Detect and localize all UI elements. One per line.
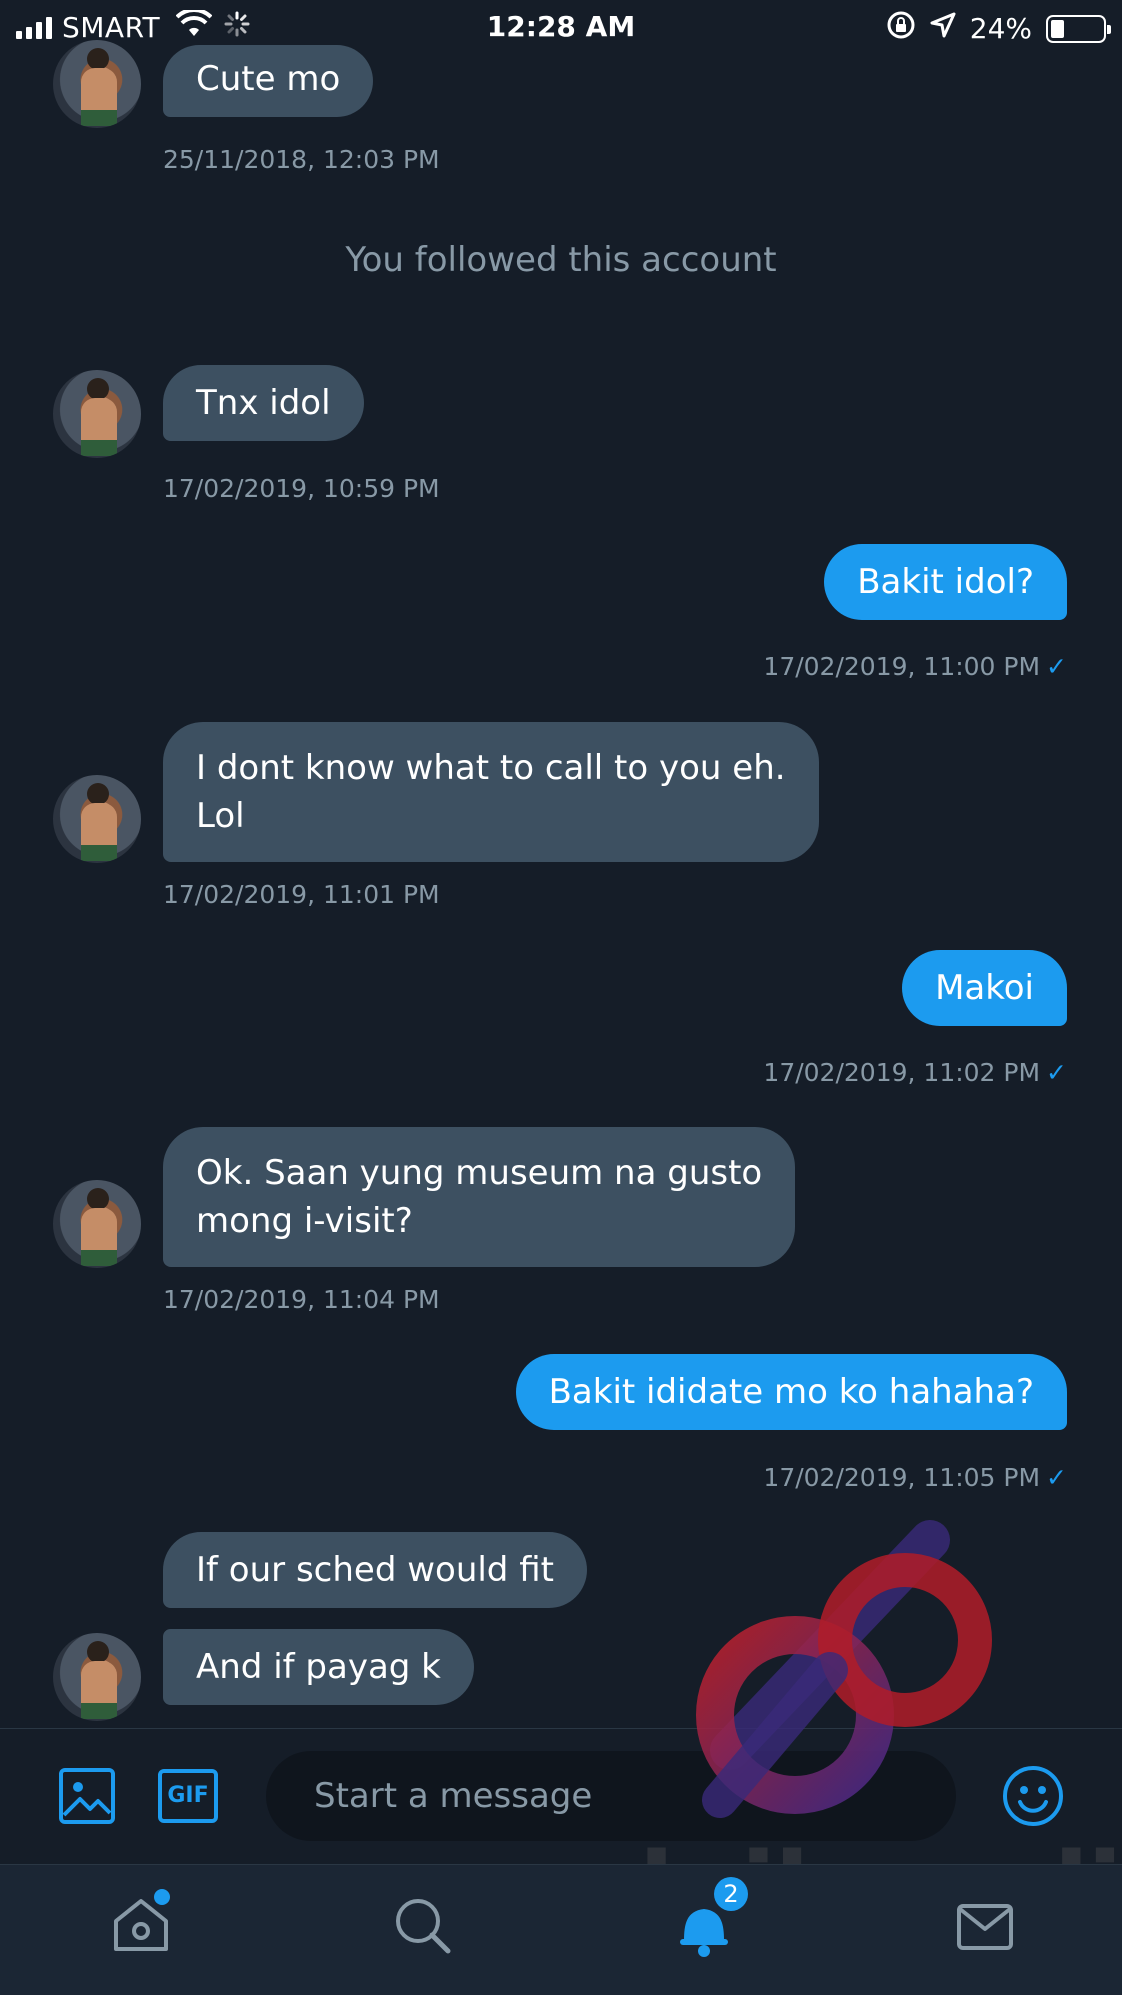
message-timestamp: 17/02/2019, 11:04 PM [163, 1285, 440, 1314]
status-bar: SMART 12:28 AM 24% [0, 0, 1122, 54]
tab-search[interactable] [392, 1895, 452, 1959]
incoming-message-bubble[interactable]: And if payag k [163, 1629, 474, 1705]
home-notification-dot [154, 1889, 170, 1905]
message-text-line: Ok. Saan yung museum na gusto [196, 1153, 763, 1193]
timestamp-text: 17/02/2019, 11:02 PM [763, 1058, 1041, 1087]
avatar[interactable] [53, 40, 141, 128]
message-timestamp: 17/02/2019, 11:02 PM ✓ [763, 1058, 1067, 1087]
message-timestamp: 25/11/2018, 12:03 PM [163, 145, 440, 174]
message-input-placeholder: Start a message [314, 1776, 593, 1816]
avatar[interactable] [53, 1180, 141, 1268]
message-timestamp: 17/02/2019, 11:01 PM [163, 880, 440, 909]
read-check-icon: ✓ [1046, 1058, 1067, 1087]
tab-bar: 2 [0, 1864, 1122, 1995]
follow-notice: You followed this account [345, 240, 777, 280]
message-text: And if payag k [196, 1647, 441, 1687]
message-text: Bakit ididate mo ko hahaha? [548, 1372, 1034, 1412]
incoming-message-bubble[interactable]: Tnx idol [163, 365, 364, 441]
emoji-button[interactable] [1002, 1765, 1064, 1831]
image-button[interactable] [58, 1767, 116, 1829]
tab-messages[interactable] [956, 1903, 1014, 1955]
avatar[interactable] [53, 370, 141, 458]
status-right: 24% [886, 10, 1111, 47]
tab-notifications[interactable]: 2 [674, 1877, 748, 1961]
outgoing-message-bubble[interactable]: Bakit idol? [824, 544, 1067, 620]
message-text: Bakit idol? [857, 562, 1034, 602]
message-text-line: Lol [196, 796, 245, 836]
message-timestamp: 17/02/2019, 11:00 PM ✓ [763, 652, 1067, 681]
incoming-message-bubble[interactable]: Ok. Saan yung museum na gusto mong i-vis… [163, 1127, 796, 1267]
incoming-message-bubble[interactable]: Cute mo [163, 45, 374, 117]
emoji-icon [1003, 1766, 1063, 1826]
message-text: Cute mo [196, 59, 341, 99]
message-text: Makoi [935, 968, 1034, 1008]
read-check-icon: ✓ [1046, 652, 1067, 681]
location-icon [930, 12, 956, 45]
incoming-message-bubble[interactable]: If our sched would fit [163, 1532, 587, 1608]
mail-icon [957, 1904, 1013, 1950]
outgoing-message-bubble[interactable]: Makoi [902, 950, 1067, 1026]
message-text-line: I dont know what to call to you eh. [196, 748, 786, 788]
avatar[interactable] [53, 775, 141, 863]
notifications-badge: 2 [714, 1877, 748, 1911]
timestamp-text: 17/02/2019, 11:05 PM [763, 1463, 1041, 1492]
timestamp-text: 17/02/2019, 11:00 PM [763, 652, 1041, 681]
battery-percentage: 24% [969, 12, 1032, 45]
outgoing-message-bubble[interactable]: Bakit ididate mo ko hahaha? [515, 1354, 1067, 1430]
message-text-line: mong i-visit? [196, 1201, 413, 1241]
gif-button[interactable]: GIF [158, 1767, 218, 1823]
message-text: If our sched would fit [196, 1550, 554, 1590]
message-input[interactable]: Start a message [266, 1751, 956, 1841]
avatar[interactable] [53, 1633, 141, 1721]
image-icon [59, 1768, 115, 1824]
search-icon [396, 1899, 451, 1954]
incoming-message-bubble[interactable]: I dont know what to call to you eh. Lol [163, 722, 819, 862]
orientation-lock-icon [886, 10, 916, 47]
message-timestamp: 17/02/2019, 10:59 PM [163, 474, 440, 503]
gif-label: GIF [167, 1783, 209, 1808]
read-check-icon: ✓ [1046, 1463, 1067, 1492]
tab-home[interactable] [110, 1889, 172, 1959]
gif-icon: GIF [158, 1769, 218, 1823]
message-timestamp: 17/02/2019, 11:05 PM ✓ [763, 1463, 1067, 1492]
message-text: Tnx idol [196, 383, 331, 423]
battery-icon [1046, 14, 1111, 43]
